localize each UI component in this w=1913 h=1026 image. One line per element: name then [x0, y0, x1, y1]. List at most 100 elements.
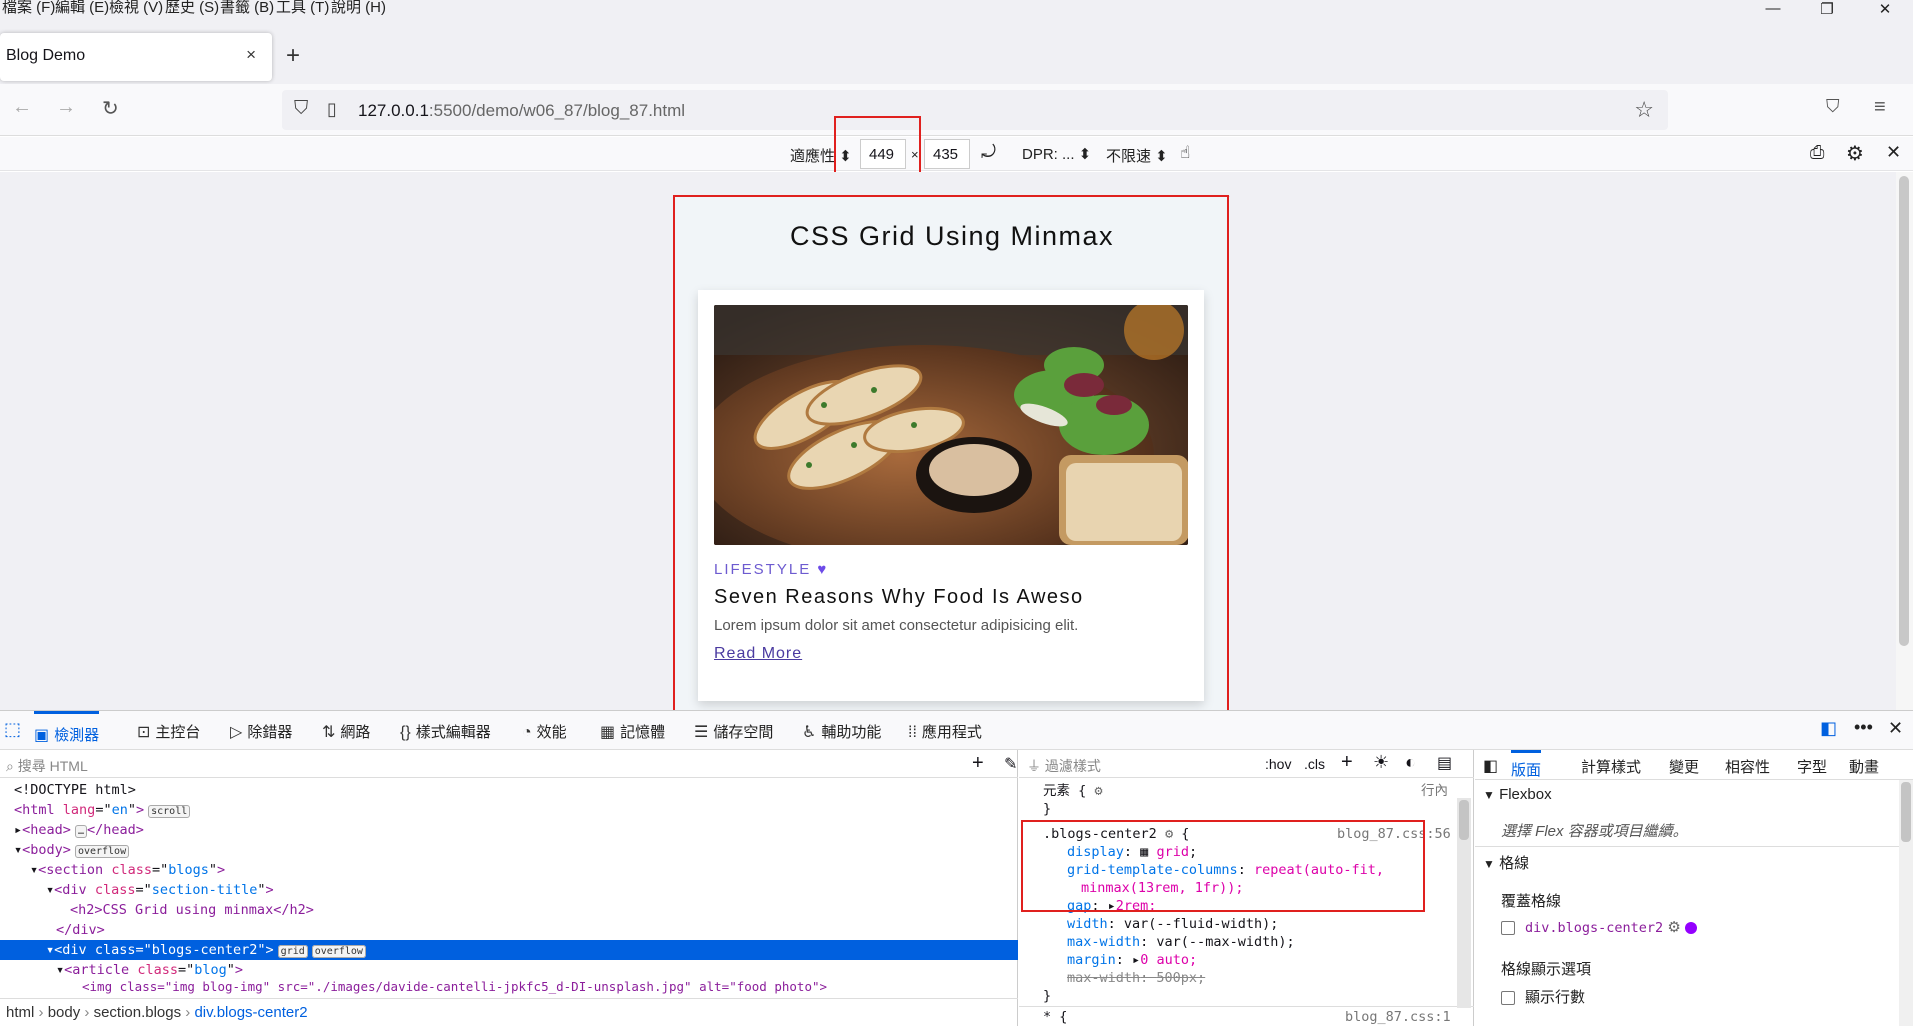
- overflow-badge[interactable]: overflow: [74, 845, 130, 858]
- viewport-scrollbar[interactable]: [1896, 172, 1913, 710]
- touch-simulation-icon[interactable]: ☝: [1180, 143, 1190, 163]
- css-declaration[interactable]: margin: ▸0 auto;: [1067, 951, 1197, 969]
- html-line[interactable]: </div>: [0, 920, 1018, 940]
- tab-changes[interactable]: 變更: [1669, 756, 1699, 777]
- tab-memory[interactable]: ▦ 記憶體: [600, 721, 665, 742]
- minimize-button[interactable]: —: [1762, 0, 1784, 17]
- viewport-height-input[interactable]: 435: [924, 139, 970, 169]
- gear-icon[interactable]: ⚙: [1094, 783, 1102, 799]
- cls-toggle[interactable]: .cls: [1304, 756, 1325, 772]
- layout-scrollbar[interactable]: [1899, 780, 1913, 1026]
- collapse-arrow-icon[interactable]: ▾: [30, 862, 38, 878]
- html-line[interactable]: <html lang="en"> scroll: [0, 800, 1018, 820]
- rotate-icon[interactable]: ⤾: [981, 142, 996, 163]
- flexbox-section-header[interactable]: ▼ Flexbox: [1483, 786, 1552, 803]
- throttle-select[interactable]: 不限速 ⬍: [1106, 145, 1168, 166]
- css-declaration[interactable]: max-width: var(--max-width);: [1067, 933, 1295, 951]
- filter-styles-input[interactable]: ⏚ 過濾樣式: [1027, 756, 1101, 776]
- expand-arrow-icon[interactable]: ▸: [1132, 952, 1140, 968]
- grid-section-header[interactable]: ▼ 格線: [1483, 852, 1529, 873]
- back-arrow-icon[interactable]: ←: [12, 96, 32, 119]
- tab-application[interactable]: ⁞⁞ 應用程式: [908, 721, 982, 742]
- tab-inspector[interactable]: ▣ 檢測器: [34, 711, 100, 751]
- overflow-badge[interactable]: overflow: [311, 945, 366, 958]
- close-tab-icon[interactable]: ×: [246, 45, 256, 65]
- scroll-badge[interactable]: scroll: [148, 805, 191, 818]
- dpr-select[interactable]: DPR: ... ⬍: [1022, 145, 1091, 163]
- tab-computed[interactable]: 計算樣式: [1581, 756, 1641, 777]
- scrollbar-thumb[interactable]: [1899, 176, 1909, 646]
- grid-overlay-item[interactable]: div.blogs-center2 ⚙: [1501, 918, 1697, 936]
- dock-toggle-icon[interactable]: ◧: [1820, 718, 1837, 739]
- shield-icon[interactable]: ⛉: [294, 98, 308, 120]
- close-devtools-icon[interactable]: ✕: [1888, 718, 1903, 739]
- pocket-icon[interactable]: ⛉: [1826, 96, 1840, 117]
- tab-layout[interactable]: 版面: [1511, 750, 1542, 780]
- html-line[interactable]: ▾<section class="blogs">: [0, 860, 1018, 880]
- tab-console[interactable]: ⊡ 主控台: [137, 721, 200, 742]
- html-search-input[interactable]: ⌕ 搜尋 HTML: [0, 750, 1018, 778]
- tab-accessibility[interactable]: ♿ 輔助功能: [802, 721, 881, 742]
- show-line-numbers-checkbox[interactable]: [1501, 991, 1515, 1006]
- collapsed-badge[interactable]: …: [74, 825, 87, 838]
- close-rdm-icon[interactable]: ✕: [1886, 142, 1901, 163]
- menu-tools[interactable]: 工具 (T): [276, 0, 329, 15]
- menu-file[interactable]: 檔案 (F): [2, 0, 55, 15]
- eyedropper-icon[interactable]: ✎: [1004, 754, 1017, 774]
- url-text[interactable]: 127.0.0.1:5500/demo/w06_87/blog_87.html: [358, 101, 685, 121]
- html-line[interactable]: <!DOCTYPE html>: [0, 780, 1018, 800]
- tab-storage[interactable]: ☰ 儲存空間: [694, 721, 773, 742]
- element-picker-icon[interactable]: ⬚: [4, 719, 21, 740]
- scrollbar-thumb[interactable]: [1459, 800, 1469, 840]
- html-line[interactable]: <img class="img blog-img" src="./images/…: [0, 980, 1018, 996]
- hov-toggle[interactable]: :hov: [1265, 756, 1291, 772]
- menu-help[interactable]: 說明 (H): [331, 0, 386, 15]
- tab-compatibility[interactable]: 相容性: [1725, 756, 1770, 777]
- breadcrumb-html[interactable]: html: [6, 1004, 34, 1021]
- html-line[interactable]: ▾<div class="section-title">: [0, 880, 1018, 900]
- collapse-arrow-icon[interactable]: ▾: [46, 942, 54, 958]
- rules-scrollbar[interactable]: [1457, 798, 1471, 1008]
- print-media-icon[interactable]: ▤: [1437, 753, 1452, 773]
- forward-arrow-icon[interactable]: →: [56, 96, 76, 119]
- element-rule-selector[interactable]: 元素 { ⚙: [1043, 782, 1103, 800]
- breadcrumb-section[interactable]: section.blogs: [94, 1004, 182, 1021]
- new-tab-button[interactable]: +: [286, 42, 300, 70]
- css-declaration[interactable]: width: var(--fluid-width);: [1067, 915, 1278, 933]
- menu-view[interactable]: 檢視 (V): [109, 0, 163, 15]
- html-line[interactable]: ▾<article class="blog">: [0, 960, 1018, 980]
- next-rule-selector[interactable]: * {: [1043, 1008, 1067, 1026]
- tab-network[interactable]: ⇅ 網路: [322, 721, 370, 742]
- add-rule-icon[interactable]: +: [1341, 751, 1353, 774]
- bookmark-star-icon[interactable]: ☆: [1634, 97, 1654, 123]
- html-line[interactable]: <h2>CSS Grid using minmax</h2>: [0, 900, 1018, 920]
- gear-icon[interactable]: ⚙: [1667, 919, 1680, 936]
- scrollbar-thumb[interactable]: [1901, 782, 1911, 842]
- tab-fonts[interactable]: 字型: [1797, 756, 1827, 777]
- reload-icon[interactable]: ↻: [102, 96, 119, 121]
- app-menu-icon[interactable]: ≡: [1874, 96, 1886, 119]
- breadcrumb-div[interactable]: div.blogs-center2: [194, 1004, 307, 1021]
- dark-mode-icon[interactable]: ◐: [1405, 752, 1416, 773]
- light-mode-icon[interactable]: ☀: [1373, 752, 1389, 773]
- restore-button[interactable]: ❐: [1816, 0, 1838, 18]
- settings-gear-icon[interactable]: ⚙: [1846, 141, 1864, 166]
- css-declaration-overridden[interactable]: max-width: 500px;: [1067, 969, 1205, 987]
- tab-animations[interactable]: 動畫: [1849, 756, 1879, 777]
- menu-bookmarks[interactable]: 書籤 (B): [220, 0, 274, 15]
- grid-badge[interactable]: grid: [277, 945, 308, 958]
- tab-debugger[interactable]: ▷ 除錯器: [230, 721, 292, 742]
- breadcrumb-body[interactable]: body: [48, 1004, 81, 1021]
- collapse-arrow-icon[interactable]: ▾: [46, 882, 54, 898]
- collapse-arrow-icon[interactable]: ▾: [56, 962, 64, 978]
- html-line[interactable]: ▾<body> overflow: [0, 840, 1018, 860]
- sidebar-toggle-icon[interactable]: ◧: [1483, 756, 1498, 776]
- html-line-selected[interactable]: ▾<div class="blogs-center2"> grid overflow: [0, 940, 1018, 960]
- html-line[interactable]: ▸<head>… </head>: [0, 820, 1018, 840]
- collapse-arrow-icon[interactable]: ▾: [14, 842, 22, 858]
- show-line-numbers-option[interactable]: 顯示行數: [1501, 986, 1585, 1007]
- url-bar[interactable]: ⛉ ▯ 127.0.0.1:5500/demo/w06_87/blog_87.h…: [282, 90, 1668, 130]
- tab-performance[interactable]: ◔ 效能: [522, 721, 567, 742]
- expand-arrow-icon[interactable]: ▸: [14, 822, 22, 838]
- grid-color-swatch[interactable]: [1684, 922, 1697, 935]
